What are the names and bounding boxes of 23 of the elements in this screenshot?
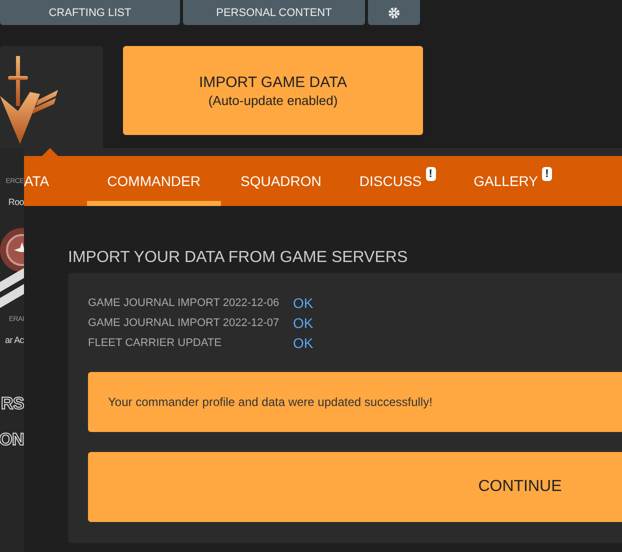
import-label: GAME JOURNAL IMPORT 2022-12-07 xyxy=(88,317,280,329)
continue-button[interactable]: CONTINUE xyxy=(88,452,622,522)
tab[interactable]: GALLERY ! xyxy=(474,156,552,206)
nav-button[interactable]: CRAFTING LIST xyxy=(0,0,180,25)
import-status: OK xyxy=(293,335,314,351)
nav-button[interactable]: PERSONAL CONTENT xyxy=(183,0,365,25)
tab[interactable]: DISCUSS ! xyxy=(359,156,436,206)
tab[interactable]: ATA xyxy=(24,156,50,206)
import-button[interactable]: IMPORT GAME DATA (Auto-update enabled) xyxy=(123,46,423,135)
tab[interactable]: COMMANDER xyxy=(87,156,220,206)
import-label: FLEET CARRIER UPDATE xyxy=(88,337,222,349)
alert-badge: ! xyxy=(542,166,552,180)
import-label: GAME JOURNAL IMPORT 2022-12-06 xyxy=(88,297,280,309)
brand-text: ON xyxy=(0,429,24,451)
name-text: ar Ac xyxy=(4,334,24,347)
section-title: IMPORT YOUR DATA FROM GAME SERVERS xyxy=(68,249,409,267)
message-text: Your commander profile and data were updated successfully! xyxy=(108,395,432,409)
name-text: Roo xyxy=(8,196,24,209)
brand-text: RS xyxy=(0,393,24,415)
import-status: OK xyxy=(293,295,314,311)
tab[interactable]: SQUADRON xyxy=(240,156,322,206)
alert-badge: ! xyxy=(426,166,436,180)
import-status: OK xyxy=(293,315,314,331)
